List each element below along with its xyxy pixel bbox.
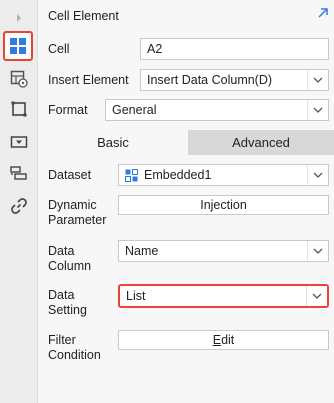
cell-attribute-icon[interactable] <box>5 66 32 92</box>
filter-condition-label-line1: Filter <box>48 333 76 347</box>
injection-button[interactable]: Injection <box>118 195 329 215</box>
data-setting-value: List <box>126 289 146 303</box>
widget-icon[interactable] <box>5 96 32 122</box>
data-column-label-line2: Column <box>48 259 92 273</box>
data-column-label-line1: Data <box>48 244 75 258</box>
insert-element-select[interactable]: Insert Data Column(D) <box>140 69 329 91</box>
format-select[interactable]: General <box>105 99 329 121</box>
insert-element-label: Insert Element <box>48 73 129 87</box>
collapse-icon[interactable] <box>316 6 330 20</box>
dataset-label: Dataset <box>48 168 92 182</box>
insert-element-value: Insert Data Column(D) <box>147 73 273 87</box>
link-icon[interactable] <box>5 193 32 219</box>
tab-advanced[interactable]: Advanced <box>188 130 334 155</box>
edit-button-label: dit <box>221 333 235 347</box>
expand-arrow-icon[interactable] <box>5 5 32 31</box>
chevron-down-icon[interactable] <box>307 100 328 120</box>
data-column-select[interactable]: Name <box>118 240 329 262</box>
data-column-value: Name <box>125 244 159 258</box>
dataset-value: Embedded1 <box>144 168 212 182</box>
cell-element-panel: Cell Element Cell A2 Insert Element Inse… <box>38 0 334 403</box>
dynamic-parameter-label-line2: Parameter <box>48 213 107 227</box>
format-value: General <box>112 103 157 117</box>
dataset-icon <box>125 168 138 182</box>
dynamic-parameter-label: Dynamic Parameter <box>48 198 106 228</box>
data-setting-label: Data Setting <box>48 288 87 318</box>
cell-element-icon[interactable] <box>3 31 33 61</box>
tab-bar: Basic Advanced <box>38 130 334 155</box>
filter-condition-label: Filter Condition <box>48 333 101 363</box>
cell-input[interactable]: A2 <box>140 38 329 60</box>
hyperlink-icon[interactable] <box>5 129 32 155</box>
tab-basic[interactable]: Basic <box>38 130 188 155</box>
filter-icon[interactable] <box>5 161 32 187</box>
chevron-down-icon[interactable] <box>307 165 328 185</box>
filter-condition-label-line2: Condition <box>48 348 101 362</box>
sidebar <box>0 0 38 403</box>
data-setting-label-line2: Setting <box>48 303 87 317</box>
format-label: Format <box>48 103 88 117</box>
edit-button[interactable]: Edit <box>118 330 329 350</box>
dataset-select[interactable]: Embedded1 <box>118 164 329 186</box>
data-setting-label-line1: Data <box>48 288 75 302</box>
cell-label: Cell <box>48 42 70 56</box>
chevron-down-icon[interactable] <box>307 241 328 261</box>
cell-value: A2 <box>147 42 163 56</box>
data-column-label: Data Column <box>48 244 91 274</box>
chevron-down-icon[interactable] <box>307 70 328 90</box>
dynamic-parameter-label-line1: Dynamic <box>48 198 97 212</box>
chevron-down-icon[interactable] <box>306 286 327 306</box>
data-setting-select[interactable]: List <box>118 284 329 308</box>
panel-title: Cell Element <box>48 9 119 23</box>
edit-button-mnemonic: E <box>212 333 222 347</box>
